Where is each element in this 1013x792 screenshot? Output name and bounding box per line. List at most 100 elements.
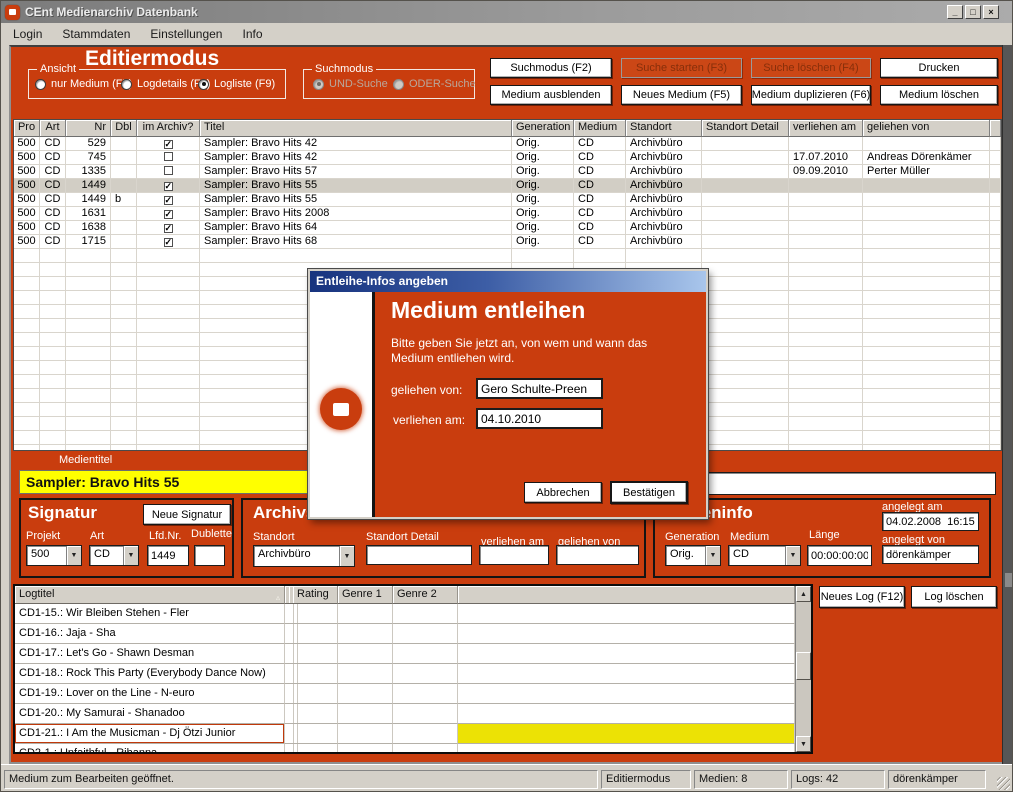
minimize-button[interactable]: _ (947, 5, 963, 19)
menu-bar: Login Stammdaten Einstellungen Info (1, 23, 1012, 45)
column-header[interactable]: Nr (66, 120, 111, 137)
checkbox-checked-icon: ✓ (164, 210, 173, 219)
chevron-down-icon[interactable]: ▼ (785, 546, 800, 565)
medium-duplizieren-button[interactable]: Medium duplizieren (F6) (751, 85, 871, 105)
projekt-select[interactable]: 500▼ (26, 545, 82, 566)
chevron-down-icon[interactable]: ▼ (339, 546, 354, 566)
list-item[interactable]: CD1-15.: Wir Bleiben Stehen - Fler (15, 604, 795, 624)
column-header[interactable]: im Archiv? (137, 120, 200, 137)
column-header[interactable]: Rating (293, 586, 338, 604)
window-title: CEnt Medienarchiv Datenbank (25, 5, 198, 19)
radio-label: Logliste (F9) (214, 78, 275, 90)
standort-detail-input[interactable] (366, 545, 472, 565)
column-header[interactable]: Titel (200, 120, 512, 137)
drucken-button[interactable]: Drucken (880, 58, 998, 78)
neues-medium-button[interactable]: Neues Medium (F5) (621, 85, 742, 105)
suchmodus-button[interactable]: Suchmodus (F2) (490, 58, 612, 78)
list-item[interactable]: CD2-1.: Unfaithful - Rihanna (15, 744, 795, 752)
table-row[interactable]: 500 CD 1449 b ✓ Sampler: Bravo Hits 55 O… (14, 193, 1001, 207)
art-label: Art (90, 530, 104, 542)
table-row[interactable]: 500 CD 1638 ✓ Sampler: Bravo Hits 64 Ori… (14, 221, 1001, 235)
radio-nur-medium[interactable]: nur Medium (F7) (35, 78, 132, 90)
projekt-label: Projekt (26, 530, 60, 542)
log-table-body: CD1-15.: Wir Bleiben Stehen - Fler CD1-1… (15, 604, 795, 752)
chevron-down-icon[interactable]: ▼ (66, 546, 81, 565)
column-header[interactable]: geliehen von (863, 120, 990, 137)
scroll-up-icon[interactable]: ▲ (796, 586, 811, 602)
status-user: dörenkämper (888, 770, 986, 789)
table-row[interactable]: 500 CD 1631 ✓ Sampler: Bravo Hits 2008 O… (14, 207, 1001, 221)
radio-und-suche[interactable]: UND-Suche (313, 78, 388, 90)
dialog-verliehen-am-input[interactable] (476, 408, 603, 429)
checkbox-checked-icon: ✓ (164, 238, 173, 247)
list-item[interactable]: CD1-16.: Jaja - Sha (15, 624, 795, 644)
table-row[interactable]: 500 CD 529 ✓ Sampler: Bravo Hits 42 Orig… (14, 137, 1001, 151)
medium-ausblenden-button[interactable]: Medium ausblenden (490, 85, 612, 105)
dialog-geliehen-von-input[interactable] (476, 378, 603, 399)
column-header[interactable]: Genre 2 (393, 586, 458, 604)
list-item[interactable]: CD1-17.: Let's Go - Shawn Desman (15, 644, 795, 664)
list-item[interactable]: CD1-21.: I Am the Musicman - Dj Ötzi Jun… (15, 724, 795, 744)
column-header[interactable]: Standort Detail (702, 120, 789, 137)
column-header[interactable]: Logtitel▵ (15, 586, 285, 604)
list-item[interactable]: CD1-19.: Lover on the Line - N-euro (15, 684, 795, 704)
app-icon (5, 5, 20, 20)
radio-logdetails[interactable]: Logdetails (F8) (121, 78, 210, 90)
angelegt-von-input[interactable] (882, 545, 979, 564)
medium-loeschen-button[interactable]: Medium löschen (880, 85, 998, 105)
list-item[interactable]: CD1-20.: My Samurai - Shanadoo (15, 704, 795, 724)
maximize-button[interactable]: □ (965, 5, 981, 19)
angelegt-am-input[interactable] (882, 512, 979, 531)
close-button[interactable]: × (983, 5, 999, 19)
medium-select[interactable]: CD▼ (728, 545, 801, 566)
art-select[interactable]: CD▼ (89, 545, 139, 566)
log-loeschen-button[interactable]: Log löschen (911, 586, 997, 608)
lfdnr-input[interactable] (147, 545, 189, 566)
table-row[interactable]: 500 CD 745 Sampler: Bravo Hits 42 Orig. … (14, 151, 1001, 165)
menu-login[interactable]: Login (3, 24, 52, 44)
bestaetigen-button[interactable]: Bestätigen (610, 481, 688, 504)
geliehen-von-input[interactable] (556, 545, 639, 565)
column-header[interactable]: Art (40, 120, 66, 137)
radio-logliste[interactable]: Logliste (F9) (198, 78, 275, 90)
list-item[interactable]: CD1-18.: Rock This Party (Everybody Danc… (15, 664, 795, 684)
column-header[interactable]: Genre 1 (338, 586, 393, 604)
column-header[interactable]: Pro (14, 120, 40, 137)
table-row[interactable]: 500 CD 1335 Sampler: Bravo Hits 57 Orig.… (14, 165, 1001, 179)
scroll-down-icon[interactable]: ▼ (796, 736, 811, 752)
table-row[interactable]: 500 CD 1715 ✓ Sampler: Bravo Hits 68 Ori… (14, 235, 1001, 249)
chevron-down-icon[interactable]: ▼ (123, 546, 138, 565)
media-table-header: Pro Art Nr Dbl im Archiv? Titel Generati… (14, 120, 1001, 137)
dialog-geliehen-von-label: geliehen von: (391, 383, 462, 397)
menu-info[interactable]: Info (232, 24, 272, 44)
table-row[interactable]: 500 CD 1449 ✓ Sampler: Bravo Hits 55 Ori… (14, 179, 1001, 193)
radio-label: UND-Suche (329, 78, 388, 90)
generation-select[interactable]: Orig.▼ (665, 545, 721, 566)
dublette-input[interactable] (194, 545, 225, 566)
scroll-thumb[interactable] (796, 652, 811, 680)
verliehen-am-input[interactable] (479, 545, 549, 565)
column-header[interactable]: Dbl (111, 120, 137, 137)
standort-select[interactable]: Archivbüro▼ (253, 545, 355, 567)
radio-oder-suche[interactable]: ODER-Suche (393, 78, 476, 90)
column-header[interactable]: Medium (574, 120, 626, 137)
window-scrollbar[interactable] (1002, 45, 1013, 764)
generation-label: Generation (665, 531, 719, 543)
column-header[interactable]: Generation (512, 120, 574, 137)
dialog-title-bar[interactable]: Entleihe-Infos angeben (310, 271, 706, 292)
column-header[interactable]: Standort (626, 120, 702, 137)
chevron-down-icon[interactable]: ▼ (705, 546, 720, 565)
menu-einstellungen[interactable]: Einstellungen (140, 24, 232, 44)
menu-stammdaten[interactable]: Stammdaten (52, 24, 140, 44)
resize-grip[interactable] (997, 777, 1010, 790)
app-window: CEnt Medienarchiv Datenbank _ □ × Login … (0, 0, 1013, 792)
laenge-label: Länge (809, 529, 840, 541)
neues-log-button[interactable]: Neues Log (F12) (819, 586, 905, 608)
neue-signatur-button[interactable]: Neue Signatur (143, 504, 231, 525)
entleihe-dialog: Entleihe-Infos angeben Medium entleihen … (308, 269, 708, 519)
log-scrollbar[interactable]: ▲ ▼ (795, 586, 811, 752)
table-row-empty[interactable] (14, 249, 1001, 263)
laenge-input[interactable] (807, 545, 872, 566)
abbrechen-button[interactable]: Abbrechen (524, 482, 602, 503)
column-header[interactable]: verliehen am (789, 120, 863, 137)
